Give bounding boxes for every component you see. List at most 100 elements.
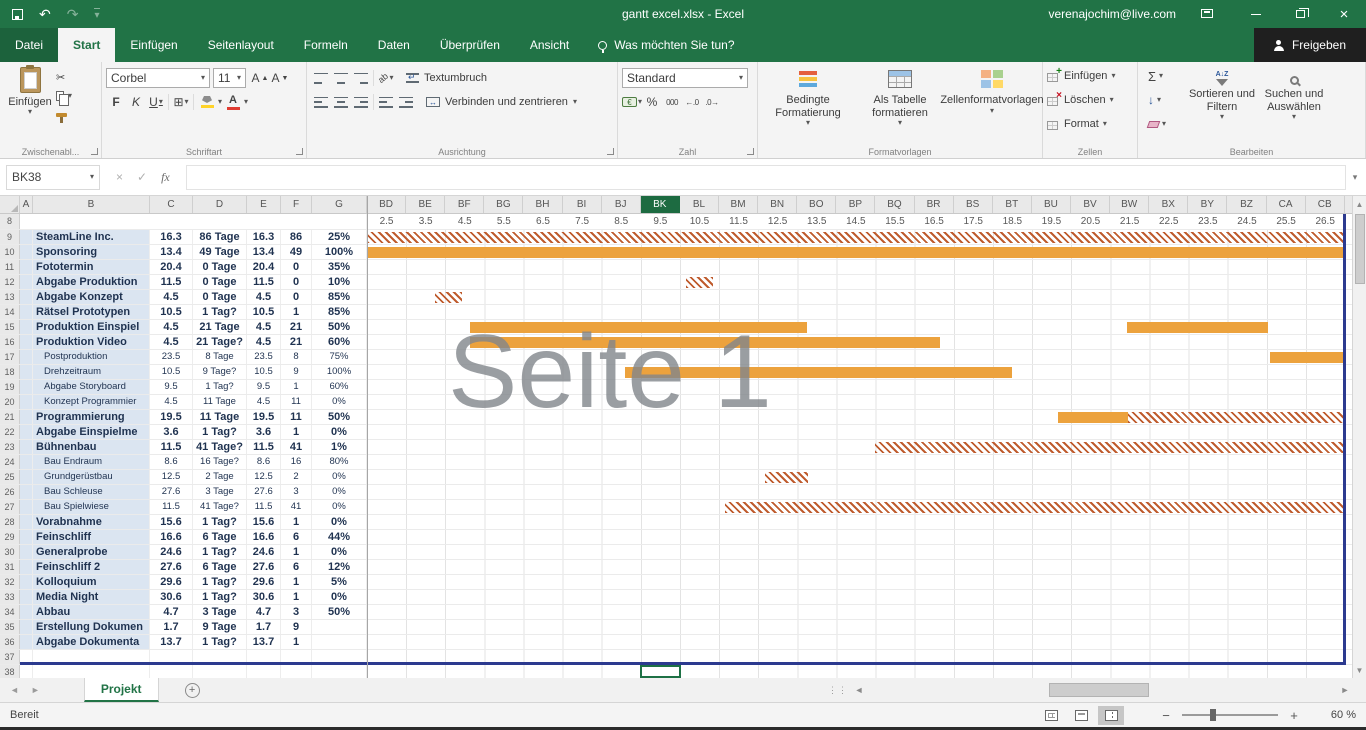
task-name-cell[interactable]: Abgabe Einspielme — [33, 425, 150, 439]
clear-button[interactable]: ▾ — [1142, 112, 1186, 136]
gantt-area-row-29[interactable] — [367, 530, 1345, 544]
cell-G33[interactable]: 0% — [312, 590, 367, 604]
cell-E37[interactable] — [247, 650, 281, 664]
cell-C13[interactable]: 4.5 — [150, 290, 193, 304]
col-header-BL[interactable]: BL — [680, 196, 719, 213]
cell-C37[interactable] — [150, 650, 193, 664]
cell-D37[interactable] — [193, 650, 247, 664]
col-header-D[interactable]: D — [193, 196, 247, 213]
fill-button[interactable]: ↓▾ — [1142, 88, 1186, 112]
col-header-BG[interactable]: BG — [484, 196, 523, 213]
enter-icon[interactable]: ✓ — [137, 170, 147, 184]
day-cell[interactable]: 26.5 — [1306, 214, 1345, 229]
row-header-15[interactable]: 15 — [0, 320, 20, 334]
vscroll-down-button[interactable]: ▼ — [1356, 662, 1364, 678]
cell-C29[interactable]: 16.6 — [150, 530, 193, 544]
cell-C28[interactable]: 15.6 — [150, 515, 193, 529]
cell-E19[interactable]: 9.5 — [247, 380, 281, 394]
cell-F34[interactable]: 3 — [281, 605, 312, 619]
insert-function-button[interactable]: fx — [161, 170, 170, 185]
ribbon-display-options-button[interactable] — [1194, 5, 1220, 23]
day-cell[interactable]: 9.5 — [641, 214, 680, 229]
cell-F15[interactable]: 21 — [281, 320, 312, 334]
row-header-33[interactable]: 33 — [0, 590, 20, 604]
day-cell[interactable]: 19.5 — [1032, 214, 1071, 229]
col-header-BN[interactable]: BN — [758, 196, 797, 213]
cell-E28[interactable]: 15.6 — [247, 515, 281, 529]
cell-D32[interactable]: 1 Tag? — [193, 575, 247, 589]
cell-F17[interactable]: 8 — [281, 350, 312, 364]
increase-indent-button[interactable] — [396, 93, 416, 112]
view-page-layout-button[interactable] — [1068, 706, 1094, 725]
borders-button[interactable]: ⊞▾ — [171, 93, 191, 112]
task-name-cell[interactable]: Feinschliff 2 — [33, 560, 150, 574]
cell-F16[interactable]: 21 — [281, 335, 312, 349]
task-name-cell[interactable]: Grundgerüstbau — [33, 470, 150, 484]
cell-D20[interactable]: 11 Tage — [193, 395, 247, 409]
vscroll-up-button[interactable]: ▲ — [1356, 196, 1364, 212]
cell-G11[interactable]: 35% — [312, 260, 367, 274]
gantt-area-row-37[interactable] — [367, 650, 1345, 664]
grow-font-button[interactable]: A▲ — [250, 69, 270, 88]
zoom-level-label[interactable]: 60 % — [1314, 709, 1356, 721]
cell-E36[interactable]: 13.7 — [247, 635, 281, 649]
cell-D22[interactable]: 1 Tag? — [193, 425, 247, 439]
cell-F20[interactable]: 11 — [281, 395, 312, 409]
cell-F22[interactable]: 1 — [281, 425, 312, 439]
cell-D17[interactable]: 8 Tage — [193, 350, 247, 364]
cell-F11[interactable]: 0 — [281, 260, 312, 274]
cell-F38[interactable] — [281, 665, 312, 678]
cell-A15[interactable] — [20, 320, 33, 334]
ribbon-tab-Daten[interactable]: Daten — [363, 28, 425, 62]
cell-C20[interactable]: 4.5 — [150, 395, 193, 409]
gantt-area-row-36[interactable] — [367, 635, 1345, 649]
task-name-cell[interactable]: Feinschliff — [33, 530, 150, 544]
close-button[interactable]: × — [1322, 0, 1366, 28]
view-page-break-button[interactable] — [1098, 706, 1124, 725]
vertical-scrollbar[interactable]: ▲ ▼ — [1352, 196, 1366, 678]
cell-G31[interactable]: 12% — [312, 560, 367, 574]
task-name-cell[interactable]: Abgabe Konzept — [33, 290, 150, 304]
task-name-cell[interactable]: SteamLine Inc. — [33, 230, 150, 244]
sheet-tab-projekt[interactable]: Projekt — [84, 678, 159, 702]
cell-A18[interactable] — [20, 365, 33, 379]
cell-A9[interactable] — [20, 230, 33, 244]
cell-D30[interactable]: 1 Tag? — [193, 545, 247, 559]
gantt-area-row-26[interactable] — [367, 485, 1345, 499]
gantt-area-row-25[interactable] — [367, 470, 1345, 484]
ribbon-tab-Start[interactable]: Start — [58, 28, 115, 62]
gantt-area-row-15[interactable] — [367, 320, 1345, 334]
task-name-cell[interactable]: Produktion Video — [33, 335, 150, 349]
cell-A25[interactable] — [20, 470, 33, 484]
align-left-button[interactable] — [311, 93, 331, 112]
cell-G28[interactable]: 0% — [312, 515, 367, 529]
gantt-area-row-12[interactable] — [367, 275, 1345, 289]
row-header-11[interactable]: 11 — [0, 260, 20, 274]
cell-E10[interactable]: 13.4 — [247, 245, 281, 259]
font-dialog-launcher[interactable] — [296, 148, 303, 155]
cell-G34[interactable]: 50% — [312, 605, 367, 619]
row-header-31[interactable]: 31 — [0, 560, 20, 574]
cell-C10[interactable]: 13.4 — [150, 245, 193, 259]
cell-C35[interactable]: 1.7 — [150, 620, 193, 634]
cell-D35[interactable]: 9 Tage — [193, 620, 247, 634]
cell-G10[interactable]: 100% — [312, 245, 367, 259]
col-header-C[interactable]: C — [150, 196, 193, 213]
autosum-button[interactable]: Σ▾ — [1142, 64, 1186, 88]
row-header-14[interactable]: 14 — [0, 305, 20, 319]
clipboard-dialog-launcher[interactable] — [91, 148, 98, 155]
cell-C21[interactable]: 19.5 — [150, 410, 193, 424]
account-label[interactable]: verenajochim@live.com — [1048, 7, 1176, 21]
cell-G20[interactable]: 0% — [312, 395, 367, 409]
day-cell[interactable]: 8.5 — [602, 214, 641, 229]
cell-E35[interactable]: 1.7 — [247, 620, 281, 634]
font-name-combo[interactable]: Corbel▾ — [106, 68, 210, 88]
col-header-BX[interactable]: BX — [1149, 196, 1188, 213]
gantt-area-row-32[interactable] — [367, 575, 1345, 589]
comma-style-button[interactable]: 000 — [662, 93, 682, 112]
cell-E33[interactable]: 30.6 — [247, 590, 281, 604]
sheet-nav-right-button[interactable]: ► — [31, 685, 40, 695]
gantt-area-row-24[interactable] — [367, 455, 1345, 469]
col-header-B[interactable]: B — [33, 196, 150, 213]
row-header-35[interactable]: 35 — [0, 620, 20, 634]
